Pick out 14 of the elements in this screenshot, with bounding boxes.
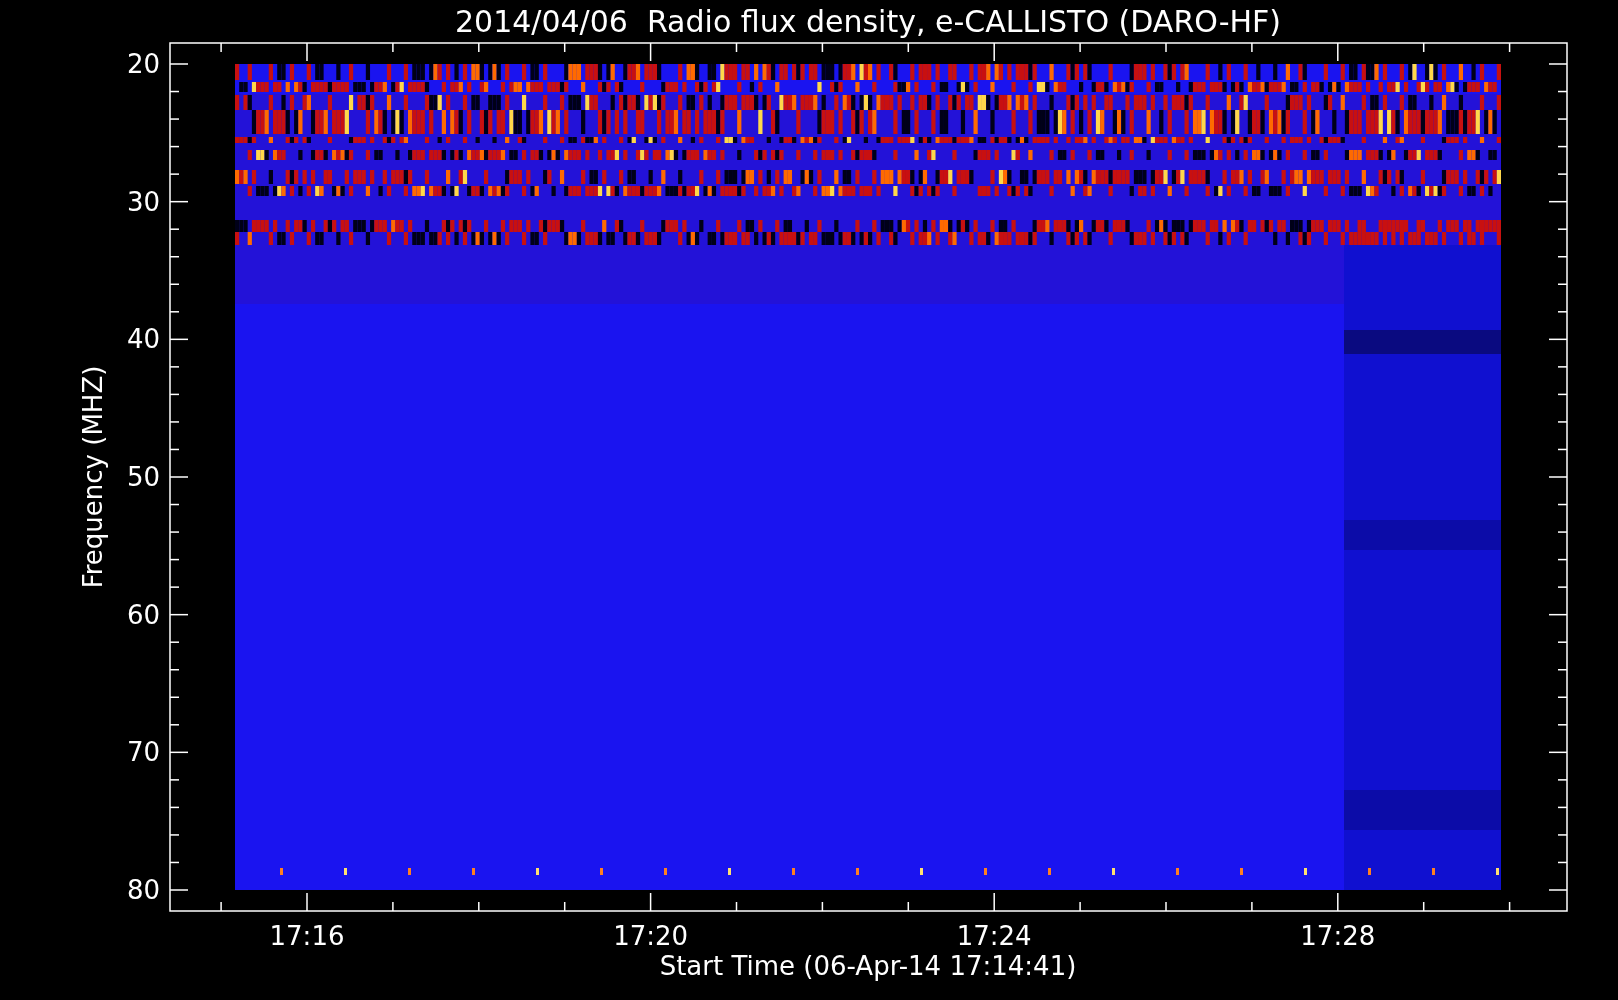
tick-label: 40 (126, 324, 160, 355)
tick-label: 80 (126, 875, 160, 905)
tick-label: 30 (126, 186, 160, 217)
tick-label: 20 (126, 49, 160, 79)
tick-label: 17:24 (956, 921, 1032, 951)
axis-label: Frequency (MHZ) (78, 365, 108, 589)
tick-label: 60 (126, 599, 160, 630)
tick-label: 70 (126, 737, 160, 768)
tick-label: 17:20 (613, 921, 689, 951)
axis-label: Start Time (06-Apr-14 17:14:41) (659, 951, 1077, 981)
chart-title: 2014/04/06 Radio flux density, e-CALLISTO (DARO-HF) (454, 4, 1282, 39)
tick-label: 17:16 (269, 921, 345, 951)
tick-label: 17:28 (1300, 921, 1376, 951)
tick-label: 50 (126, 462, 160, 492)
